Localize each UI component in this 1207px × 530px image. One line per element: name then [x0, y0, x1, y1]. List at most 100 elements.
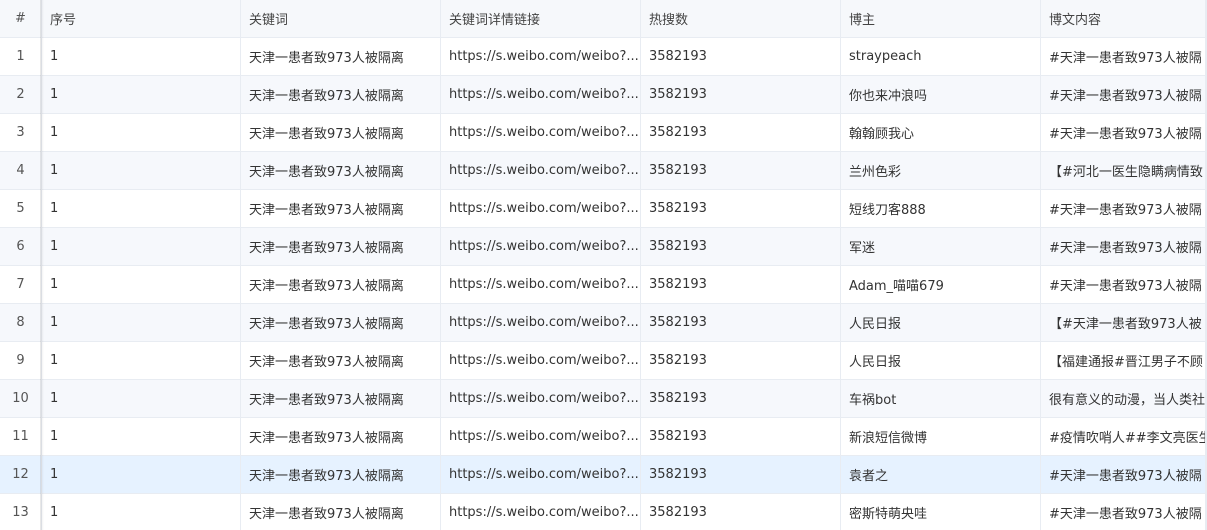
- table-row[interactable]: 10 1 天津一患者致973人被隔离 https://s.weibo.com/weib…: [0, 380, 1207, 418]
- keyword-cell[interactable]: 天津一患者致973人被隔离: [241, 190, 441, 227]
- post-content-cell[interactable]: #天津一患者致973人被隔: [1041, 456, 1207, 493]
- link-cell[interactable]: https://s.weibo.com/weibo?...: [441, 418, 641, 455]
- hot-count-cell[interactable]: 3582193: [641, 114, 841, 151]
- post-content-cell[interactable]: #天津一患者致973人被隔: [1041, 190, 1207, 227]
- hot-count-cell[interactable]: 3582193: [641, 152, 841, 189]
- table-row[interactable]: 12 1 天津一患者致973人被隔离 https://s.weibo.com/weib…: [0, 456, 1207, 494]
- row-index[interactable]: 8: [0, 304, 42, 341]
- serial-cell[interactable]: 1: [42, 266, 241, 303]
- post-content-cell[interactable]: #天津一患者致973人被隔: [1041, 228, 1207, 265]
- blogger-cell[interactable]: 密斯特萌央哇: [841, 494, 1041, 530]
- column-header-keyword-link[interactable]: 关键词详情链接: [441, 0, 641, 37]
- hot-count-cell[interactable]: 3582193: [641, 418, 841, 455]
- hot-count-cell[interactable]: 3582193: [641, 456, 841, 493]
- row-index[interactable]: 7: [0, 266, 42, 303]
- serial-cell[interactable]: 1: [42, 152, 241, 189]
- row-index[interactable]: 2: [0, 76, 42, 113]
- blogger-cell[interactable]: 短线刀客888: [841, 190, 1041, 227]
- post-content-cell[interactable]: #天津一患者致973人被隔: [1041, 494, 1207, 530]
- keyword-cell[interactable]: 天津一患者致973人被隔离: [241, 152, 441, 189]
- link-cell[interactable]: https://s.weibo.com/weibo?...: [441, 266, 641, 303]
- link-cell[interactable]: https://s.weibo.com/weibo?...: [441, 114, 641, 151]
- blogger-cell[interactable]: 你也来冲浪吗: [841, 76, 1041, 113]
- serial-cell[interactable]: 1: [42, 304, 241, 341]
- serial-cell[interactable]: 1: [42, 418, 241, 455]
- post-content-cell[interactable]: 【福建通报#晋江男子不顾: [1041, 342, 1207, 379]
- hot-count-cell[interactable]: 3582193: [641, 228, 841, 265]
- blogger-cell[interactable]: 袁者之: [841, 456, 1041, 493]
- row-index[interactable]: 13: [0, 494, 42, 530]
- row-index[interactable]: 3: [0, 114, 42, 151]
- keyword-cell[interactable]: 天津一患者致973人被隔离: [241, 38, 441, 75]
- row-index[interactable]: 5: [0, 190, 42, 227]
- row-index[interactable]: 12: [0, 456, 42, 493]
- table-row[interactable]: 3 1 天津一患者致973人被隔离 https://s.weibo.com/weibo…: [0, 114, 1207, 152]
- link-cell[interactable]: https://s.weibo.com/weibo?...: [441, 494, 641, 530]
- column-header-hot-count[interactable]: 热搜数: [641, 0, 841, 37]
- table-row[interactable]: 6 1 天津一患者致973人被隔离 https://s.weibo.com/weibo…: [0, 228, 1207, 266]
- post-content-cell[interactable]: #天津一患者致973人被隔: [1041, 76, 1207, 113]
- link-cell[interactable]: https://s.weibo.com/weibo?...: [441, 456, 641, 493]
- row-index[interactable]: 9: [0, 342, 42, 379]
- keyword-cell[interactable]: 天津一患者致973人被隔离: [241, 228, 441, 265]
- hot-count-cell[interactable]: 3582193: [641, 380, 841, 417]
- link-cell[interactable]: https://s.weibo.com/weibo?...: [441, 304, 641, 341]
- keyword-cell[interactable]: 天津一患者致973人被隔离: [241, 266, 441, 303]
- link-cell[interactable]: https://s.weibo.com/weibo?...: [441, 380, 641, 417]
- serial-cell[interactable]: 1: [42, 342, 241, 379]
- link-cell[interactable]: https://s.weibo.com/weibo?...: [441, 152, 641, 189]
- hot-count-cell[interactable]: 3582193: [641, 304, 841, 341]
- serial-cell[interactable]: 1: [42, 190, 241, 227]
- keyword-cell[interactable]: 天津一患者致973人被隔离: [241, 456, 441, 493]
- column-header-index[interactable]: #: [0, 0, 42, 37]
- keyword-cell[interactable]: 天津一患者致973人被隔离: [241, 76, 441, 113]
- post-content-cell[interactable]: 很有意义的动漫，当人类社: [1041, 380, 1207, 417]
- blogger-cell[interactable]: 人民日报: [841, 342, 1041, 379]
- table-row[interactable]: 13 1 天津一患者致973人被隔离 https://s.weibo.com/weib…: [0, 494, 1207, 530]
- hot-count-cell[interactable]: 3582193: [641, 342, 841, 379]
- link-cell[interactable]: https://s.weibo.com/weibo?...: [441, 228, 641, 265]
- serial-cell[interactable]: 1: [42, 76, 241, 113]
- post-content-cell[interactable]: #天津一患者致973人被隔: [1041, 38, 1207, 75]
- table-row[interactable]: 2 1 天津一患者致973人被隔离 https://s.weibo.com/weibo…: [0, 76, 1207, 114]
- serial-cell[interactable]: 1: [42, 380, 241, 417]
- table-row[interactable]: 9 1 天津一患者致973人被隔离 https://s.weibo.com/weibo…: [0, 342, 1207, 380]
- blogger-cell[interactable]: straypeach: [841, 38, 1041, 75]
- hot-count-cell[interactable]: 3582193: [641, 38, 841, 75]
- keyword-cell[interactable]: 天津一患者致973人被隔离: [241, 114, 441, 151]
- hot-count-cell[interactable]: 3582193: [641, 190, 841, 227]
- post-content-cell[interactable]: #天津一患者致973人被隔: [1041, 114, 1207, 151]
- table-row[interactable]: 5 1 天津一患者致973人被隔离 https://s.weibo.com/weibo…: [0, 190, 1207, 228]
- post-content-cell[interactable]: #天津一患者致973人被隔: [1041, 266, 1207, 303]
- keyword-cell[interactable]: 天津一患者致973人被隔离: [241, 342, 441, 379]
- table-row[interactable]: 11 1 天津一患者致973人被隔离 https://s.weibo.com/weib…: [0, 418, 1207, 456]
- row-index[interactable]: 10: [0, 380, 42, 417]
- blogger-cell[interactable]: Adam_喵喵679: [841, 266, 1041, 303]
- keyword-cell[interactable]: 天津一患者致973人被隔离: [241, 418, 441, 455]
- hot-count-cell[interactable]: 3582193: [641, 76, 841, 113]
- row-index[interactable]: 11: [0, 418, 42, 455]
- post-content-cell[interactable]: #疫情吹哨人##李文亮医生: [1041, 418, 1207, 455]
- row-index[interactable]: 4: [0, 152, 42, 189]
- hot-count-cell[interactable]: 3582193: [641, 494, 841, 530]
- keyword-cell[interactable]: 天津一患者致973人被隔离: [241, 304, 441, 341]
- table-row[interactable]: 4 1 天津一患者致973人被隔离 https://s.weibo.com/weibo…: [0, 152, 1207, 190]
- row-index[interactable]: 6: [0, 228, 42, 265]
- serial-cell[interactable]: 1: [42, 38, 241, 75]
- keyword-cell[interactable]: 天津一患者致973人被隔离: [241, 380, 441, 417]
- blogger-cell[interactable]: 兰州色彩: [841, 152, 1041, 189]
- column-header-keyword[interactable]: 关键词: [241, 0, 441, 37]
- table-row[interactable]: 8 1 天津一患者致973人被隔离 https://s.weibo.com/weibo…: [0, 304, 1207, 342]
- blogger-cell[interactable]: 军迷: [841, 228, 1041, 265]
- serial-cell[interactable]: 1: [42, 456, 241, 493]
- column-header-post-content[interactable]: 博文内容: [1041, 0, 1207, 37]
- blogger-cell[interactable]: 新浪短信微博: [841, 418, 1041, 455]
- serial-cell[interactable]: 1: [42, 114, 241, 151]
- blogger-cell[interactable]: 翰翰顾我心: [841, 114, 1041, 151]
- post-content-cell[interactable]: 【#河北一医生隐瞒病情致: [1041, 152, 1207, 189]
- keyword-cell[interactable]: 天津一患者致973人被隔离: [241, 494, 441, 530]
- column-header-serial[interactable]: 序号: [42, 0, 241, 37]
- blogger-cell[interactable]: 车祸bot: [841, 380, 1041, 417]
- column-header-blogger[interactable]: 博主: [841, 0, 1041, 37]
- hot-count-cell[interactable]: 3582193: [641, 266, 841, 303]
